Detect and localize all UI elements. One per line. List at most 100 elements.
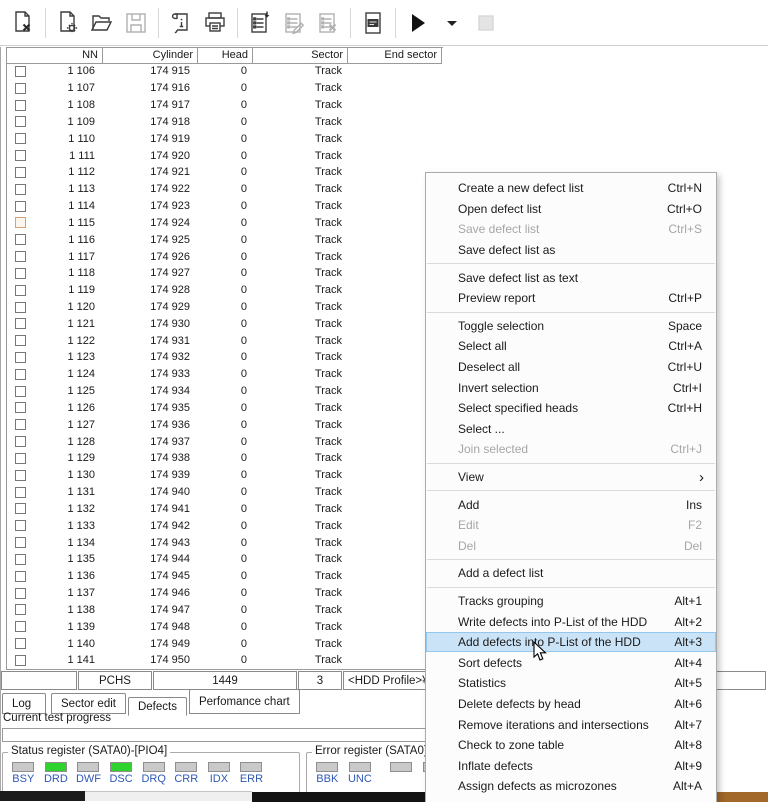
menu-item[interactable]: Assign defects as microzones Alt+A xyxy=(426,776,716,797)
menu-item[interactable]: Create a new defect list Ctrl+N xyxy=(426,178,716,199)
menu-item[interactable]: Save defect list as xyxy=(426,240,716,261)
menu-item[interactable]: Deselect all Ctrl+U xyxy=(426,357,716,378)
row-checkbox[interactable] xyxy=(15,588,26,599)
defect-row[interactable]: 1 119 174 928 0 Track xyxy=(7,282,442,299)
row-checkbox[interactable] xyxy=(15,621,26,632)
defect-row[interactable]: 1 121 174 930 0 Track xyxy=(7,315,442,332)
defect-row[interactable]: 1 114 174 923 0 Track xyxy=(7,198,442,215)
row-checkbox[interactable] xyxy=(15,184,26,195)
row-checkbox[interactable] xyxy=(15,251,26,262)
row-checkbox[interactable] xyxy=(15,638,26,649)
row-checkbox[interactable] xyxy=(15,453,26,464)
add-defect-list-icon[interactable] xyxy=(245,8,275,38)
row-checkbox[interactable] xyxy=(15,436,26,447)
defect-row[interactable]: 1 140 174 949 0 Track xyxy=(7,635,442,652)
menu-item[interactable]: Select specified heads Ctrl+H xyxy=(426,398,716,419)
row-checkbox[interactable] xyxy=(15,520,26,531)
row-checkbox[interactable] xyxy=(15,352,26,363)
delete-defect-list-icon[interactable] xyxy=(313,8,343,38)
defect-row[interactable]: 1 130 174 939 0 Track xyxy=(7,467,442,484)
menu-item[interactable]: Preview report Ctrl+P xyxy=(426,288,716,309)
row-checkbox[interactable] xyxy=(15,234,26,245)
defect-row[interactable]: 1 118 174 927 0 Track xyxy=(7,265,442,282)
start-options-dropdown-icon[interactable] xyxy=(437,8,467,38)
defect-row[interactable]: 1 131 174 940 0 Track xyxy=(7,484,442,501)
defect-row[interactable]: 1 138 174 947 0 Track xyxy=(7,602,442,619)
defect-row[interactable]: 1 139 174 948 0 Track xyxy=(7,618,442,635)
create-new-defect-list-icon[interactable] xyxy=(53,8,83,38)
defect-row[interactable]: 1 111 174 920 0 Track xyxy=(7,147,442,164)
preview-report-icon[interactable] xyxy=(166,8,196,38)
menu-item[interactable]: Remove iterations and intersections Alt+… xyxy=(426,714,716,735)
menu-item[interactable]: Write defects into P-List of the HDD Alt… xyxy=(426,611,716,632)
stop-test-icon[interactable] xyxy=(471,8,501,38)
menu-item[interactable]: Save defect list Ctrl+S xyxy=(426,219,716,240)
defect-row[interactable]: 1 108 174 917 0 Track xyxy=(7,97,442,114)
open-defect-list-icon[interactable] xyxy=(87,8,117,38)
row-checkbox[interactable] xyxy=(15,217,26,228)
print-icon[interactable] xyxy=(200,8,230,38)
column-header[interactable]: Cylinder xyxy=(103,48,198,63)
row-checkbox[interactable] xyxy=(15,116,26,127)
row-checkbox[interactable] xyxy=(15,100,26,111)
row-checkbox[interactable] xyxy=(15,201,26,212)
row-checkbox[interactable] xyxy=(15,386,26,397)
defect-row[interactable]: 1 123 174 932 0 Track xyxy=(7,349,442,366)
tab[interactable]: Perfomance chart xyxy=(189,689,300,714)
menu-item[interactable]: Add defects into P-List of the HDD Alt+3 xyxy=(426,632,716,653)
menu-item[interactable]: Statistics Alt+5 xyxy=(426,673,716,694)
defect-row[interactable]: 1 126 174 935 0 Track xyxy=(7,400,442,417)
row-checkbox[interactable] xyxy=(15,571,26,582)
menu-item[interactable]: Select all Ctrl+A xyxy=(426,336,716,357)
menu-item[interactable]: Inflate defects Alt+9 xyxy=(426,755,716,776)
edit-defect-list-icon[interactable] xyxy=(279,8,309,38)
row-checkbox[interactable] xyxy=(15,470,26,481)
row-checkbox[interactable] xyxy=(15,419,26,430)
menu-item[interactable]: Check to zone table Alt+8 xyxy=(426,735,716,756)
row-checkbox[interactable] xyxy=(15,503,26,514)
menu-item[interactable]: Select ... xyxy=(426,419,716,440)
start-test-icon[interactable] xyxy=(403,8,433,38)
row-checkbox[interactable] xyxy=(15,133,26,144)
utility-chip-icon[interactable] xyxy=(358,8,388,38)
row-checkbox[interactable] xyxy=(15,604,26,615)
menu-item[interactable]: Save defect list as text xyxy=(426,267,716,288)
menu-item[interactable]: Add a defect list xyxy=(426,563,716,584)
defect-row[interactable]: 1 109 174 918 0 Track xyxy=(7,113,442,130)
row-checkbox[interactable] xyxy=(15,83,26,94)
row-checkbox[interactable] xyxy=(15,655,26,666)
row-checkbox[interactable] xyxy=(15,369,26,380)
clear-defect-list-icon[interactable] xyxy=(8,8,38,38)
menu-item[interactable]: Add Ins xyxy=(426,494,716,515)
defect-row[interactable]: 1 113 174 922 0 Track xyxy=(7,181,442,198)
defect-row[interactable]: 1 122 174 931 0 Track xyxy=(7,332,442,349)
row-checkbox[interactable] xyxy=(15,268,26,279)
defect-row[interactable]: 1 127 174 936 0 Track xyxy=(7,416,442,433)
menu-item[interactable]: Del Del xyxy=(426,536,716,557)
menu-item[interactable]: Delete defects by head Alt+6 xyxy=(426,694,716,715)
save-defect-list-icon[interactable] xyxy=(121,8,151,38)
defect-row[interactable]: 1 106 174 915 0 Track xyxy=(7,63,442,80)
defect-row[interactable]: 1 107 174 916 0 Track xyxy=(7,80,442,97)
defect-row[interactable]: 1 135 174 944 0 Track xyxy=(7,551,442,568)
tab[interactable]: Sector edit xyxy=(51,693,126,714)
column-header[interactable]: Sector xyxy=(253,48,348,63)
defect-row[interactable]: 1 132 174 941 0 Track xyxy=(7,501,442,518)
defect-row[interactable]: 1 134 174 943 0 Track xyxy=(7,534,442,551)
defect-row[interactable]: 1 133 174 942 0 Track xyxy=(7,517,442,534)
row-checkbox[interactable] xyxy=(15,537,26,548)
column-header[interactable]: Head xyxy=(198,48,253,63)
tab[interactable]: Defects xyxy=(128,697,187,716)
row-checkbox[interactable] xyxy=(15,318,26,329)
defect-row[interactable]: 1 116 174 925 0 Track xyxy=(7,231,442,248)
row-checkbox[interactable] xyxy=(15,285,26,296)
tab[interactable]: Log xyxy=(2,693,46,714)
column-header[interactable]: End sector xyxy=(348,48,442,63)
defect-row[interactable]: 1 137 174 946 0 Track xyxy=(7,585,442,602)
menu-item[interactable]: Toggle selection Space xyxy=(426,316,716,337)
defect-row[interactable]: 1 115 174 924 0 Track xyxy=(7,214,442,231)
menu-item[interactable]: Invert selection Ctrl+I xyxy=(426,377,716,398)
menu-item[interactable]: View xyxy=(426,467,716,488)
row-checkbox[interactable] xyxy=(15,66,26,77)
defect-row[interactable]: 1 128 174 937 0 Track xyxy=(7,433,442,450)
